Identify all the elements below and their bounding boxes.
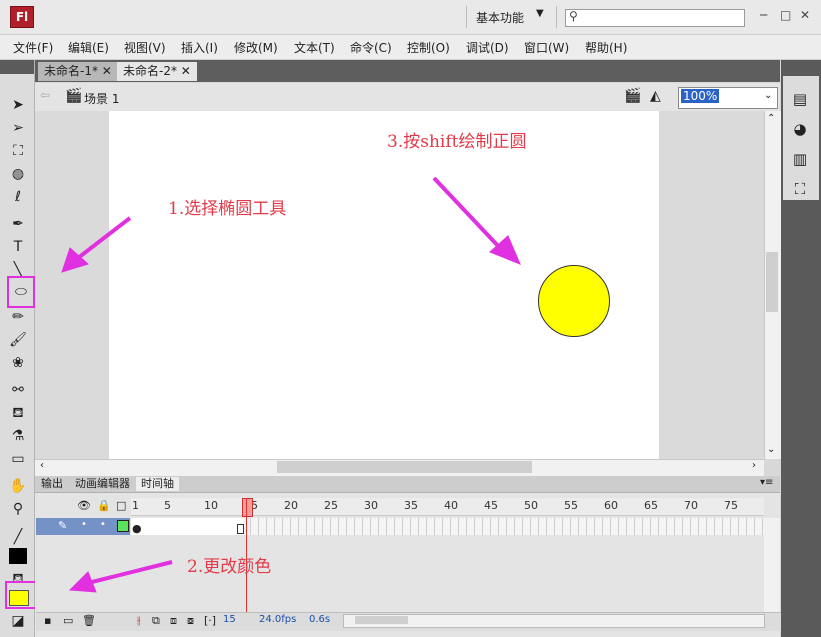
arrow-step1-shaft (76, 216, 132, 260)
annotation-arrows (61, 176, 521, 593)
arrow-step2-shaft (91, 560, 173, 584)
arrow-step3-shaft (432, 176, 502, 250)
arrow-step2-head (68, 571, 97, 593)
